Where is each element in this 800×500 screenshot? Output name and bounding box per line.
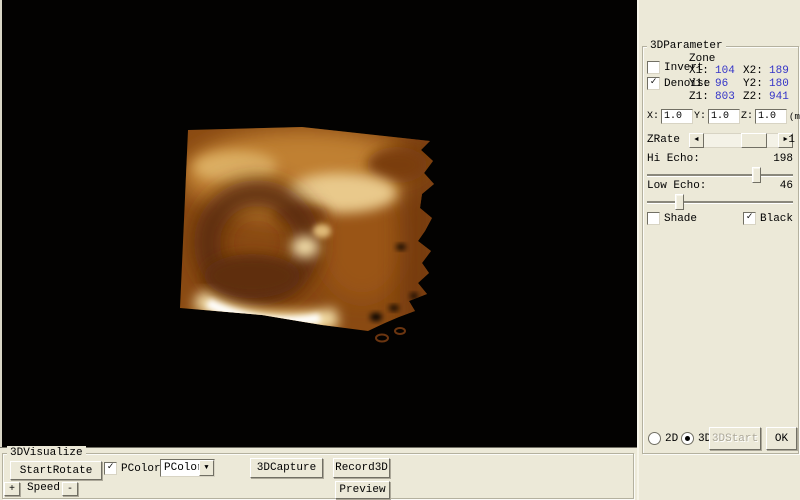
zone-z2-label: Z2: xyxy=(743,91,769,104)
3dcapture-button[interactable]: 3DCapture xyxy=(250,458,323,478)
pcolor-dropdown[interactable]: PColor ▼ xyxy=(160,459,215,477)
denoise-checkbox-box[interactable]: ✓ xyxy=(647,77,660,90)
zrate-scroll-left-button[interactable]: ◄ xyxy=(689,133,704,148)
y-scale-input[interactable]: 1.0 xyxy=(708,109,740,124)
zone-row-x: X1: 104 X2: 189 xyxy=(689,65,795,78)
mode-3d-radio-circle[interactable] xyxy=(681,432,694,445)
3dparameter-groupbox: 3DParameter Invert ✓ Denoise Zone X1: 10… xyxy=(642,46,799,454)
checkmark-icon: ✓ xyxy=(650,77,656,88)
scale-unit-label: (mm/p) xyxy=(789,112,800,122)
zone-y1-label: Y1: xyxy=(689,78,715,91)
low-echo-value: 46 xyxy=(780,180,793,192)
black-checkbox-box[interactable]: ✓ xyxy=(743,212,756,225)
arrow-right-icon: ► xyxy=(783,136,787,144)
low-echo-label: Low Echo: xyxy=(647,180,706,192)
hi-echo-label: Hi Echo: xyxy=(647,153,700,165)
zone-z2-value: 941 xyxy=(769,91,795,104)
zone-x2-label: X2: xyxy=(743,65,769,78)
shade-checkbox[interactable]: Shade xyxy=(647,212,697,225)
pcolor-checkbox-box[interactable]: ✓ xyxy=(104,462,117,475)
parameter-panel: 3DParameter Invert ✓ Denoise Zone X1: 10… xyxy=(637,0,800,500)
mode-2d-radio-circle[interactable] xyxy=(648,432,661,445)
low-echo-slider-thumb[interactable] xyxy=(675,194,684,210)
shade-checkbox-label: Shade xyxy=(664,213,697,225)
zone-x2-value: 189 xyxy=(769,65,795,78)
zone-y2-label: Y2: xyxy=(743,78,769,91)
black-checkbox[interactable]: ✓ Black xyxy=(743,212,793,225)
preview-button[interactable]: Preview xyxy=(335,481,390,499)
y-scale-label: Y: xyxy=(694,111,706,122)
black-checkbox-label: Black xyxy=(760,213,793,225)
pcolor-checkbox[interactable]: ✓ PColor xyxy=(104,462,161,475)
invert-checkbox-box[interactable] xyxy=(647,61,660,74)
3dstart-button[interactable]: 3DStart xyxy=(709,427,761,450)
zone-title: Zone xyxy=(689,53,795,65)
visualize-toolbar: 3DVisualize StartRotate + Speed - ✓ PCol… xyxy=(0,447,637,500)
zrate-value: 1 xyxy=(788,134,795,146)
start-rotate-button[interactable]: StartRotate xyxy=(10,461,102,480)
arrow-left-icon: ◄ xyxy=(694,136,698,144)
zrate-scrollbar[interactable]: ◄ ► xyxy=(689,133,793,148)
chevron-down-icon: ▼ xyxy=(204,464,208,472)
zone-y2-value: 180 xyxy=(769,78,795,91)
zone-z1-value: 803 xyxy=(715,91,741,104)
3dparameter-group-title: 3DParameter xyxy=(647,39,726,53)
render-viewport[interactable] xyxy=(0,0,637,448)
x-scale-label: X: xyxy=(647,111,659,122)
ok-button[interactable]: OK xyxy=(766,427,797,450)
pcolor-dropdown-button[interactable]: ▼ xyxy=(199,460,214,476)
mode-2d-radio-label: 2D xyxy=(665,433,678,445)
speed-plus-button[interactable]: + xyxy=(4,482,20,496)
zrate-label: ZRate xyxy=(647,134,680,146)
z-scale-label: Z: xyxy=(741,111,753,122)
record3d-button[interactable]: Record3D xyxy=(333,458,390,478)
zrate-scrollbar-thumb[interactable] xyxy=(741,133,767,148)
x-scale-input[interactable]: 1.0 xyxy=(661,109,693,124)
ultrasound-volume-render xyxy=(2,0,637,446)
scale-inputs-row: X: 1.0 Y: 1.0 Z: 1.0 (mm/p) xyxy=(646,109,794,124)
zrate-row: ZRate ◄ ► 1 xyxy=(647,133,795,148)
zone-z1-label: Z1: xyxy=(689,91,715,104)
speed-minus-button[interactable]: - xyxy=(62,482,78,496)
z-scale-input[interactable]: 1.0 xyxy=(755,109,787,124)
low-echo-slider[interactable] xyxy=(647,193,793,211)
hi-echo-slider-track[interactable] xyxy=(647,174,793,177)
checkmark-icon: ✓ xyxy=(746,212,752,223)
shade-checkbox-box[interactable] xyxy=(647,212,660,225)
pcolor-dropdown-value: PColor xyxy=(164,462,204,474)
3dvisualize-group-title: 3DVisualize xyxy=(7,446,86,460)
zone-y1-value: 96 xyxy=(715,78,741,91)
zone-x1-value: 104 xyxy=(715,65,741,78)
hi-echo-label-row: Hi Echo: 198 xyxy=(647,153,793,165)
mode-2d-radio[interactable]: 2D xyxy=(648,432,678,445)
low-echo-slider-track[interactable] xyxy=(647,201,793,204)
hi-echo-value: 198 xyxy=(773,153,793,165)
speed-label: Speed xyxy=(27,482,60,494)
zone-row-z: Z1: 803 Z2: 941 xyxy=(689,91,795,104)
zone-row-y: Y1: 96 Y2: 180 xyxy=(689,78,795,91)
application-window: 3DParameter Invert ✓ Denoise Zone X1: 10… xyxy=(0,0,800,500)
pcolor-checkbox-label: PColor xyxy=(121,463,161,475)
mode-3d-radio[interactable]: 3D xyxy=(681,432,711,445)
zone-x1-label: X1: xyxy=(689,65,715,78)
checkmark-icon: ✓ xyxy=(107,462,113,473)
low-echo-label-row: Low Echo: 46 xyxy=(647,180,793,192)
zone-readout: Zone X1: 104 X2: 189 Y1: 96 Y2: 180 Z1: … xyxy=(689,53,795,104)
